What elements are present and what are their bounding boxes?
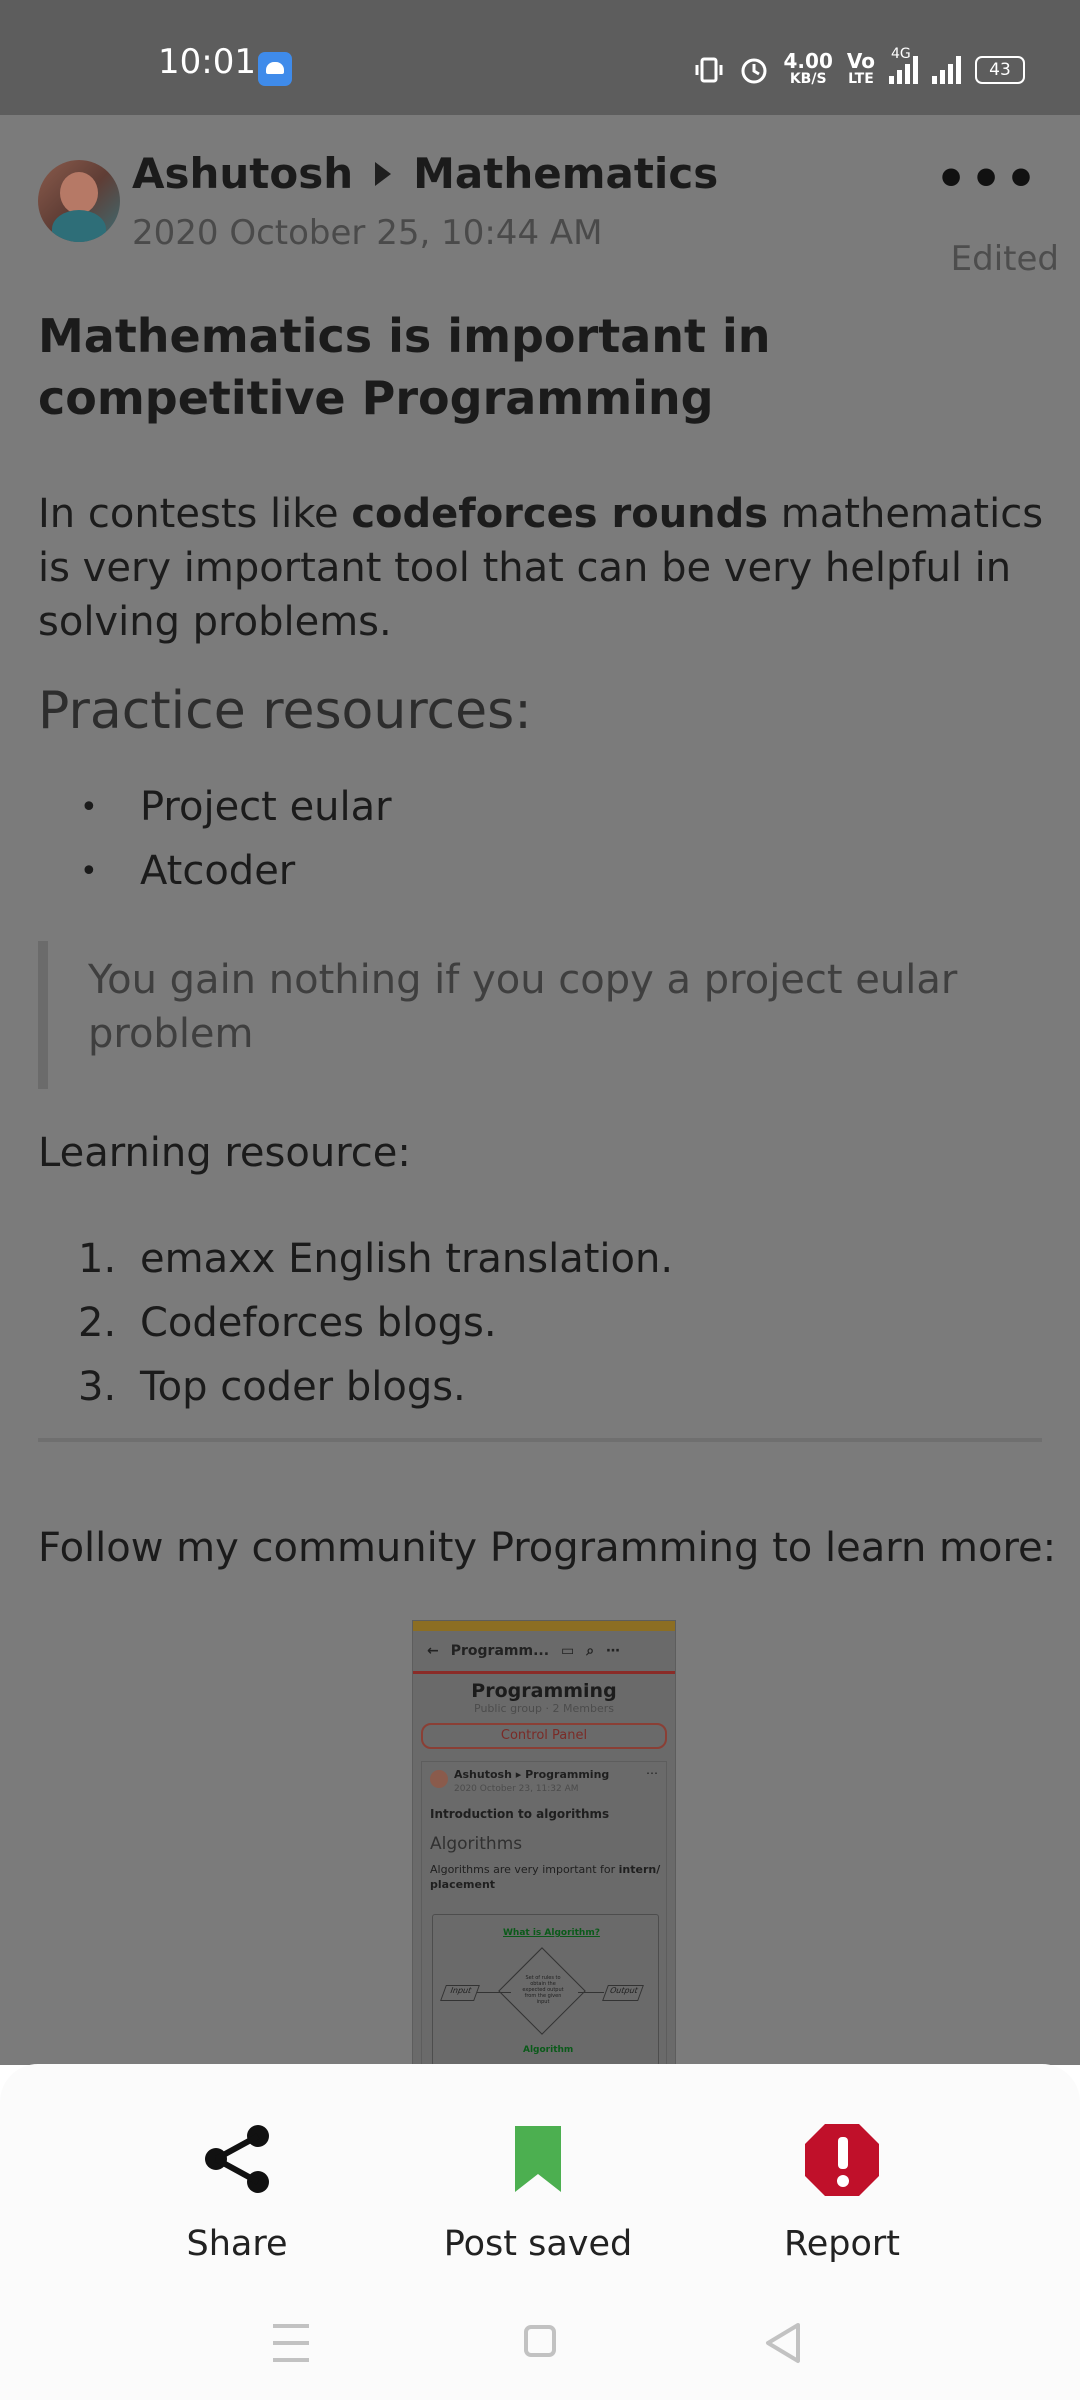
- divider: [38, 1438, 1042, 1442]
- practice-list: • Project eular • Atcoder: [80, 775, 392, 903]
- more-icon: ⋯: [646, 1766, 658, 1780]
- follow-text: Follow my community Programming to learn…: [38, 1525, 1057, 1571]
- list-item: • Project eular: [80, 784, 392, 830]
- post-saved-button[interactable]: Post saved: [408, 2118, 668, 2264]
- avatar: [430, 1770, 448, 1788]
- algorithm-diagram: What is Algorithm? Input Set of rules to…: [432, 1914, 659, 2066]
- report-label: Report: [783, 2224, 901, 2264]
- home-icon[interactable]: [524, 2325, 556, 2357]
- bottom-sheet: Share Post saved Report: [0, 2064, 1080, 2286]
- battery-icon: 43: [975, 56, 1025, 84]
- more-options-icon[interactable]: •••: [935, 150, 1040, 208]
- bookmark-icon: [515, 2126, 561, 2192]
- share-label: Share: [186, 2224, 288, 2264]
- caret-right-icon: [375, 161, 392, 186]
- system-navbar: [0, 2286, 1080, 2400]
- preview-group-name: Programming: [471, 1680, 617, 1702]
- edited-label: Edited: [950, 239, 1059, 279]
- preview-group-meta: Public group · 2 Members: [474, 1702, 614, 1715]
- quote-text: You gain nothing if you copy a project e…: [88, 957, 958, 1057]
- preview-control-panel: Control Panel: [421, 1723, 667, 1749]
- volte-indicator: Vo LTE: [846, 49, 875, 87]
- community-preview-image[interactable]: ← Programm... ▭ ⌕ ⋯ Programming Public g…: [412, 1620, 676, 2067]
- preview-post-card: Ashutosh ▸ Programming 2020 October 23, …: [421, 1761, 667, 2066]
- report-button[interactable]: Report: [712, 2118, 972, 2264]
- back-arrow-icon: ←: [427, 1643, 439, 1659]
- share-icon: [205, 2125, 269, 2193]
- signal-4g-icon: 4G: [889, 46, 918, 84]
- list-item: 2. Codeforces blogs.: [78, 1300, 497, 1346]
- search-icon: ⌕: [586, 1643, 595, 1659]
- status-bar: 10:01 4.00 KB/S Vo LTE 4G 43: [0, 0, 1080, 115]
- more-icon: ⋯: [606, 1643, 621, 1659]
- bookmark-shape: [515, 2126, 561, 2192]
- author-avatar[interactable]: [38, 160, 120, 242]
- status-icons: 4.00 KB/S Vo LTE 4G 43: [694, 46, 1025, 92]
- share-button[interactable]: Share: [107, 2118, 367, 2264]
- practice-heading: Practice resources:: [38, 681, 532, 741]
- list-item: • Atcoder: [80, 848, 296, 894]
- blockquote: You gain nothing if you copy a project e…: [38, 941, 1048, 1089]
- preview-nav: ← Programm... ▭ ⌕ ⋯: [413, 1631, 675, 1674]
- post-breadcrumb: Ashutosh Mathematics: [132, 149, 718, 198]
- status-time: 10:01: [158, 42, 256, 82]
- learning-list: 1. emaxx English translation. 2. Codeforce…: [78, 1227, 673, 1419]
- post-paragraph: In contests like codeforces rounds mathe…: [38, 491, 1044, 645]
- cast-icon: ▭: [561, 1643, 575, 1659]
- alarm-icon: [741, 58, 767, 84]
- community-name[interactable]: Mathematics: [413, 149, 718, 198]
- post-saved-label: Post saved: [443, 2224, 633, 2264]
- learning-heading: Learning resource:: [38, 1130, 411, 1176]
- report-icon: [805, 2124, 879, 2196]
- back-icon[interactable]: [766, 2323, 800, 2363]
- list-item: 1. emaxx English translation.: [78, 1236, 674, 1282]
- android-notification-icon: [258, 52, 292, 86]
- post-title: Mathematics is important in competitive …: [38, 309, 771, 425]
- vibrate-icon: [695, 57, 723, 83]
- recents-icon[interactable]: [273, 2324, 309, 2362]
- post-timestamp: 2020 October 25, 10:44 AM: [132, 213, 603, 253]
- network-speed: 4.00 KB/S: [783, 49, 833, 87]
- list-item: 3. Top coder blogs.: [78, 1364, 466, 1410]
- author-name[interactable]: Ashutosh: [132, 149, 353, 198]
- post-detail: Ashutosh Mathematics 2020 October 25, 10…: [0, 115, 1080, 2067]
- signal-icon: [932, 56, 961, 84]
